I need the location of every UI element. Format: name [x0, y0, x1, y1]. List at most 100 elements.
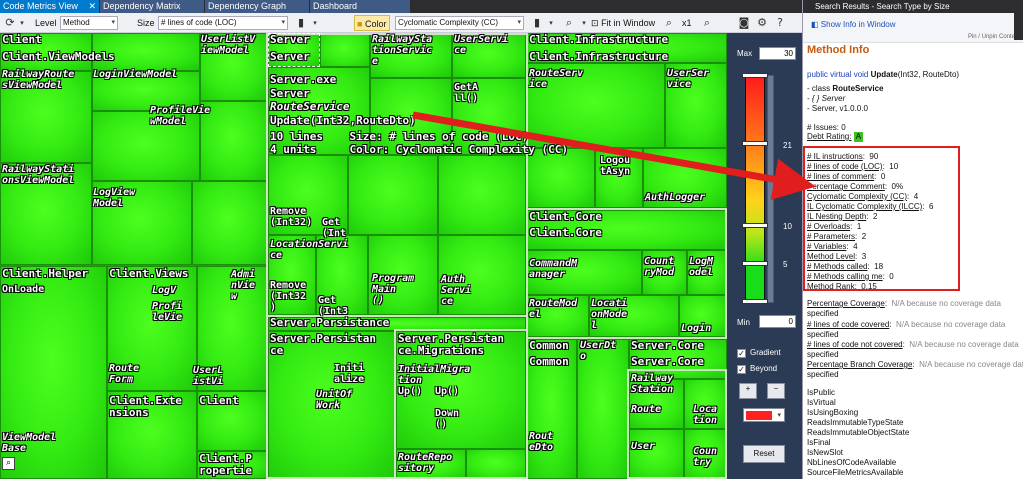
- flag-item[interactable]: SourceFileMetricsAvailable: [807, 468, 903, 478]
- beyond-label: Beyond: [750, 364, 778, 373]
- method-label: Get (Int: [322, 217, 347, 239]
- type-label: UserL istVi: [193, 365, 224, 387]
- scale-track: [767, 75, 774, 303]
- type-label: LogV: [152, 285, 177, 296]
- namespace-label-server-core: Server.Core: [631, 339, 704, 352]
- chevron-down-icon[interactable]: ▾: [577, 16, 591, 30]
- type-label: Route: [631, 404, 662, 415]
- help-icon[interactable]: ?: [773, 16, 787, 30]
- tab-dependency-graph[interactable]: Dependency Graph: [205, 0, 309, 13]
- tooltip-info-lines: 10 lines Size: # lines of code (LOC): [270, 130, 529, 143]
- chevron-down-icon[interactable]: ▾: [544, 16, 558, 30]
- show-info-label: Show Info in Window: [820, 20, 896, 29]
- type-label: ProfileVie wModel: [150, 105, 211, 127]
- slider-handle-top[interactable]: [742, 73, 768, 78]
- magnifier-icon[interactable]: ⌕: [2, 457, 15, 470]
- method-signature: public virtual void Update(Int32, RouteD…: [807, 70, 959, 80]
- remove-color-icon[interactable]: −: [767, 383, 785, 399]
- gradient-checkbox[interactable]: ✓ Gradient: [737, 348, 781, 358]
- tab-dependency-matrix[interactable]: Dependency Matrix: [100, 0, 204, 13]
- color-button[interactable]: ■ Color: [354, 15, 390, 31]
- flag-item[interactable]: NbLinesOfCodeAvailable: [807, 458, 896, 468]
- slider-handle-21[interactable]: [742, 141, 768, 146]
- zoom-icon[interactable]: ⌕: [662, 16, 676, 30]
- method-label: Remove (Int32): [270, 206, 313, 228]
- flag-item[interactable]: IsFinal: [807, 438, 831, 448]
- namespace-label-client-extensions: Client.Exte nsions: [109, 394, 182, 419]
- method-label: GetA ll(): [454, 82, 479, 104]
- bar-chart-icon[interactable]: ▮: [294, 16, 308, 30]
- fit-in-window-button[interactable]: ⊡ Fit in Window: [591, 15, 655, 31]
- type-label: InitialMigra tion: [398, 364, 471, 386]
- camera-icon[interactable]: ◙: [737, 16, 751, 30]
- size-select-value: # lines of code (LOC): [161, 18, 237, 27]
- namespace-line[interactable]: - { } Server: [807, 94, 845, 104]
- coverage-row[interactable]: # lines of code not covered: N/A because…: [807, 340, 1019, 350]
- flag-item[interactable]: ReadsImmutableObjectState: [807, 428, 909, 438]
- coverage-row[interactable]: Percentage Coverage: N/A because no cove…: [807, 299, 1001, 309]
- method-label: Initi alize: [334, 363, 365, 385]
- chevron-down-icon[interactable]: ▾: [308, 16, 322, 30]
- namespace-label-client-infrastructure: Client.Infrastructure: [529, 33, 669, 46]
- beyond-checkbox[interactable]: ✓ Beyond: [737, 364, 777, 374]
- coverage-row[interactable]: Percentage Branch Coverage: N/A because …: [807, 360, 1023, 370]
- tick-label: 21: [783, 141, 792, 150]
- color-select[interactable]: Cyclomatic Complexity (CC) ▾: [395, 16, 524, 30]
- bar-chart-icon[interactable]: ▮: [530, 16, 544, 30]
- chevron-down-icon[interactable]: ▾: [15, 16, 29, 30]
- flag-item[interactable]: IsPublic: [807, 388, 835, 398]
- type-label: UserSer vice: [667, 68, 710, 90]
- slider-handle-bottom[interactable]: [742, 299, 768, 304]
- flag-item[interactable]: IsUsingBoxing: [807, 408, 858, 418]
- tab-dashboard[interactable]: Dashboard: [310, 0, 410, 13]
- max-input[interactable]: 30: [759, 47, 796, 60]
- treemap-cell[interactable]: [192, 181, 267, 265]
- type-label: RailwayRoute sViewModel: [2, 69, 75, 91]
- method-label: Up(): [398, 386, 423, 397]
- chevron-down-icon: ▾: [281, 19, 285, 26]
- coverage-name: # lines of code covered: [807, 320, 890, 329]
- type-label: LocationServi ce: [270, 239, 349, 261]
- flag-item[interactable]: IsNewSlot: [807, 448, 843, 458]
- namespace-label-client-views: Client.Views: [109, 267, 189, 280]
- search-icon[interactable]: ⌕: [562, 16, 576, 30]
- coverage-value-cont: specified: [807, 350, 839, 359]
- type-label: Profi leVie: [152, 301, 183, 323]
- search-icon[interactable]: ⌕: [700, 16, 714, 30]
- pane-subheader: ◧ Show Info in Window Pin / Unpin Conten…: [803, 13, 1023, 43]
- tab-code-metrics-view[interactable]: Code Metrics View ✕: [0, 0, 99, 13]
- treemap[interactable]: Client Client.ViewModels RailwayRoute sV…: [0, 33, 727, 479]
- slider-handle-10[interactable]: [742, 223, 768, 228]
- namespace-label-server-persistance: Server.Persistan ce: [270, 332, 376, 357]
- highlight-box: [803, 146, 960, 291]
- debt-rating-line[interactable]: Debt Rating: A: [807, 132, 864, 142]
- type-label: Auth Servi ce: [441, 274, 472, 307]
- reset-button[interactable]: Reset: [743, 445, 785, 463]
- close-icon[interactable]: ✕: [88, 0, 96, 13]
- fit-icon: ⊡: [591, 18, 599, 28]
- gradient-label: Gradient: [750, 348, 781, 357]
- fit-label: Fit in Window: [601, 18, 656, 28]
- gear-icon[interactable]: ⚙: [755, 16, 769, 30]
- treemap-cell[interactable]: [527, 148, 595, 208]
- flag-item[interactable]: ReadsImmutableTypeState: [807, 418, 904, 428]
- level-select[interactable]: Method ▾: [60, 16, 118, 30]
- flag-item[interactable]: IsVirtual: [807, 398, 836, 408]
- vertical-side-strip: [1014, 0, 1023, 40]
- assembly-line[interactable]: - Server, v1.0.0.0: [807, 104, 868, 114]
- type-label: RouteServ ice: [529, 68, 584, 90]
- size-select[interactable]: # lines of code (LOC) ▾: [158, 16, 288, 30]
- min-input[interactable]: 0: [759, 315, 796, 328]
- color-picker[interactable]: ▾: [743, 408, 785, 422]
- chevron-down-icon: ▾: [111, 19, 115, 26]
- slider-handle-5[interactable]: [742, 261, 768, 266]
- class-line[interactable]: - class RouteService: [807, 84, 884, 94]
- coverage-row[interactable]: # lines of code covered: N/A because no …: [807, 320, 1005, 330]
- type-label: LogM odel: [689, 256, 714, 278]
- add-color-icon[interactable]: +: [739, 383, 757, 399]
- color-scale-panel: Max 30 21 10 5 Min 0 ✓ Gradient ✓ Beyond +…: [727, 33, 802, 479]
- zoom-level[interactable]: x1: [682, 15, 692, 31]
- pin-unpin-link[interactable]: Pin / Unpin Content: [968, 34, 1020, 40]
- show-info-link[interactable]: ◧ Show Info in Window: [811, 20, 896, 29]
- type-label: Rout eDto: [529, 431, 554, 453]
